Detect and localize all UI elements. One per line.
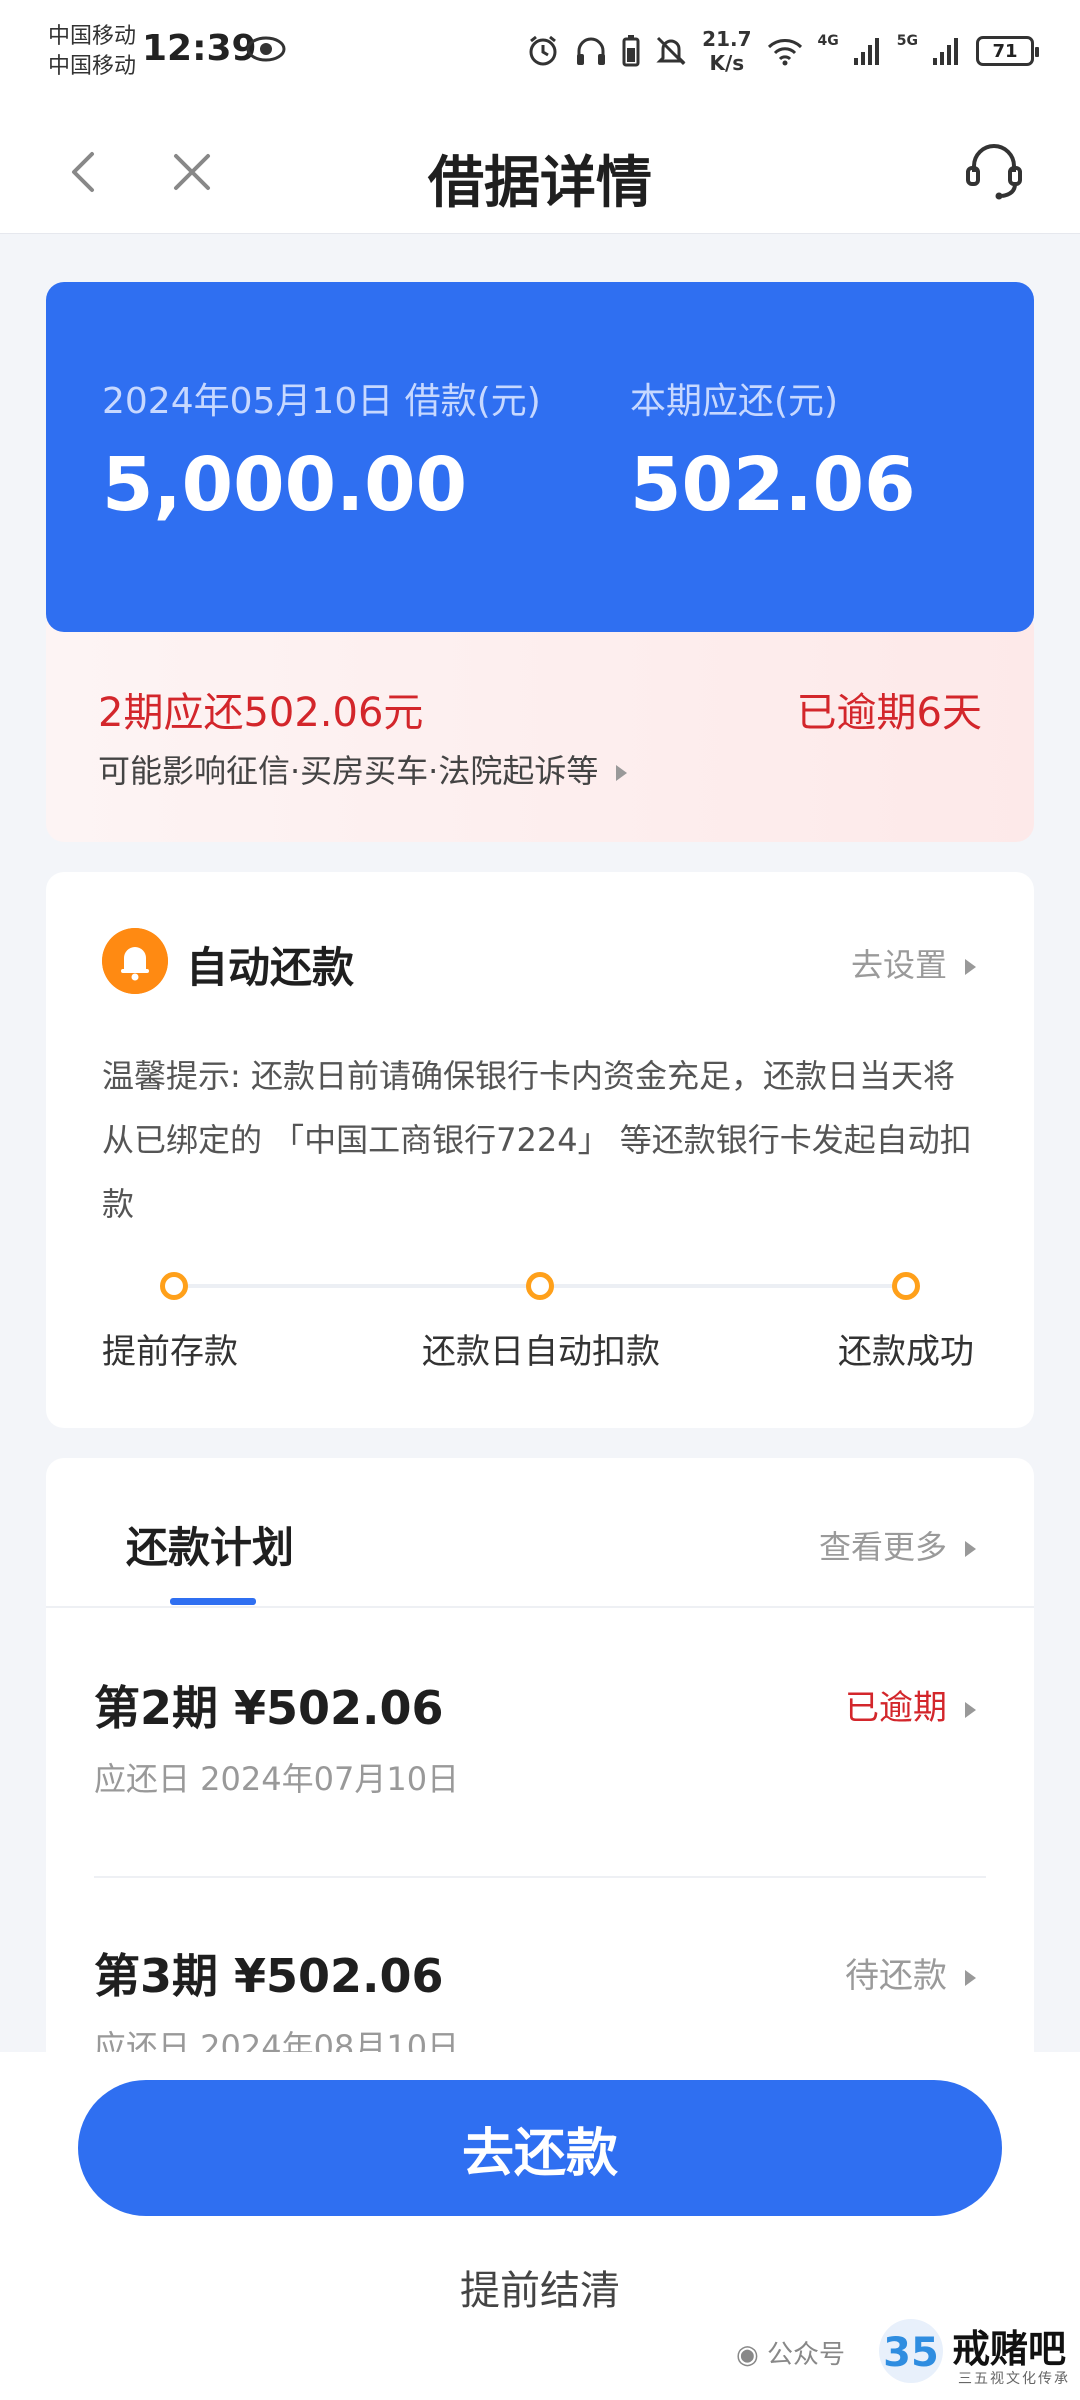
timeline-dot xyxy=(160,1272,188,1300)
wifi-icon xyxy=(767,39,802,66)
signal-2-label: 5G xyxy=(896,33,918,49)
page-title: 借据详情 xyxy=(428,151,652,216)
watermark-logo-digits: 35 xyxy=(883,2330,939,2376)
chevron-right-icon xyxy=(965,1541,976,1557)
chevron-right-icon xyxy=(616,765,628,781)
repayment-plan-card: 还款计划 查看更多 第2期 ¥502.06 应还日 2024年07月10日 已逾… xyxy=(46,1458,1034,2058)
current-due-amount: 502.06 xyxy=(630,442,916,528)
status-bar: 中国移动 中国移动 12:39 21.7 K/s 4G 5G 71 xyxy=(0,0,1080,110)
plan-period: 第2期 ¥502.06 xyxy=(94,1681,444,1735)
current-due-label: 本期应还(元) xyxy=(630,381,839,422)
watermark-logo-icon: 35 xyxy=(879,2319,943,2383)
timeline-step-3: 还款成功 xyxy=(838,1332,974,1372)
carrier-labels: 中国移动 中国移动 xyxy=(48,22,136,82)
loan-label: 2024年05月10日 借款(元) xyxy=(102,381,541,422)
chevron-right-icon xyxy=(965,1701,976,1718)
overdue-notice[interactable]: 2期应还502.06元 已逾期6天 可能影响征信·买房买车·法院起诉等 xyxy=(46,610,1034,842)
signal-2-icon xyxy=(933,38,958,65)
wechat-icon: ◉ xyxy=(736,2340,759,2370)
overdue-amount: 2期应还502.06元 xyxy=(98,690,424,736)
early-settle-link[interactable]: 提前结清 xyxy=(0,2258,1080,2316)
plan-due-date: 应还日 2024年07月10日 xyxy=(94,1760,460,1798)
loan-amount: 5,000.00 xyxy=(102,442,468,528)
status-time: 12:39 xyxy=(142,28,257,69)
chevron-right-icon xyxy=(965,1969,976,1986)
alarm-icon xyxy=(529,35,557,66)
auto-repay-title: 自动还款 xyxy=(186,943,355,992)
divider xyxy=(94,1876,986,1878)
repay-button[interactable]: 去还款 xyxy=(78,2080,1002,2216)
carrier-2: 中国移动 xyxy=(48,54,137,79)
status-icons: 21.7 K/s 4G 5G 71 xyxy=(526,26,1039,76)
auto-repay-tip: 温馨提示: 还款日前请确保银行卡内资金充足，还款日当天将 从已绑定的 「中国工商… xyxy=(102,1057,972,1223)
plan-status-overdue: 已逾期 xyxy=(845,1680,976,1729)
mute-bell-icon xyxy=(656,36,686,66)
timeline-step-1: 提前存款 xyxy=(102,1332,238,1372)
plan-period: 第3期 ¥502.06 xyxy=(94,1949,444,2003)
overdue-days: 已逾期6天 xyxy=(796,690,982,736)
nav-bar: 借据详情 xyxy=(0,110,1080,234)
timeline-dot xyxy=(892,1272,920,1300)
watermark-brand: 戒赌吧 xyxy=(952,2327,1067,2371)
tab-repayment-plan[interactable]: 还款计划 xyxy=(126,1514,294,1575)
watermark-text: ◉ 公众号 xyxy=(736,2340,845,2370)
battery-level: 71 xyxy=(976,36,1039,66)
timeline-step-2: 还款日自动扣款 xyxy=(422,1332,660,1372)
customer-service-icon[interactable] xyxy=(958,134,1030,206)
net-speed: 21.7 K/s xyxy=(702,27,752,75)
auto-repay-setting-link[interactable]: 去设置 xyxy=(851,940,976,986)
watermark-subtitle: 三五视文化传承 xyxy=(958,2371,1070,2387)
bell-icon xyxy=(102,928,168,994)
view-more-link[interactable]: 查看更多 xyxy=(819,1522,976,1568)
divider xyxy=(46,1606,1034,1608)
loan-summary-card: 2024年05月10日 借款(元) 5,000.00 本期应还(元) 502.0… xyxy=(46,282,1034,632)
plan-status-pending: 待还款 xyxy=(845,1948,976,1997)
battery-small-icon xyxy=(622,35,640,67)
auto-repay-card: 自动还款 去设置 温馨提示: 还款日前请确保银行卡内资金充足，还款日当天将 从已… xyxy=(46,872,1034,1428)
signal-1-label: 4G xyxy=(817,33,839,49)
eye-icon xyxy=(246,36,286,62)
headphones-icon xyxy=(577,37,606,65)
carrier-1: 中国移动 xyxy=(48,24,137,49)
chevron-right-icon xyxy=(965,959,976,975)
timeline-dot xyxy=(526,1272,554,1300)
tab-indicator xyxy=(170,1598,256,1605)
overdue-warning[interactable]: 可能影响征信·买房买车·法院起诉等 xyxy=(98,746,628,792)
signal-1-icon xyxy=(853,38,879,65)
